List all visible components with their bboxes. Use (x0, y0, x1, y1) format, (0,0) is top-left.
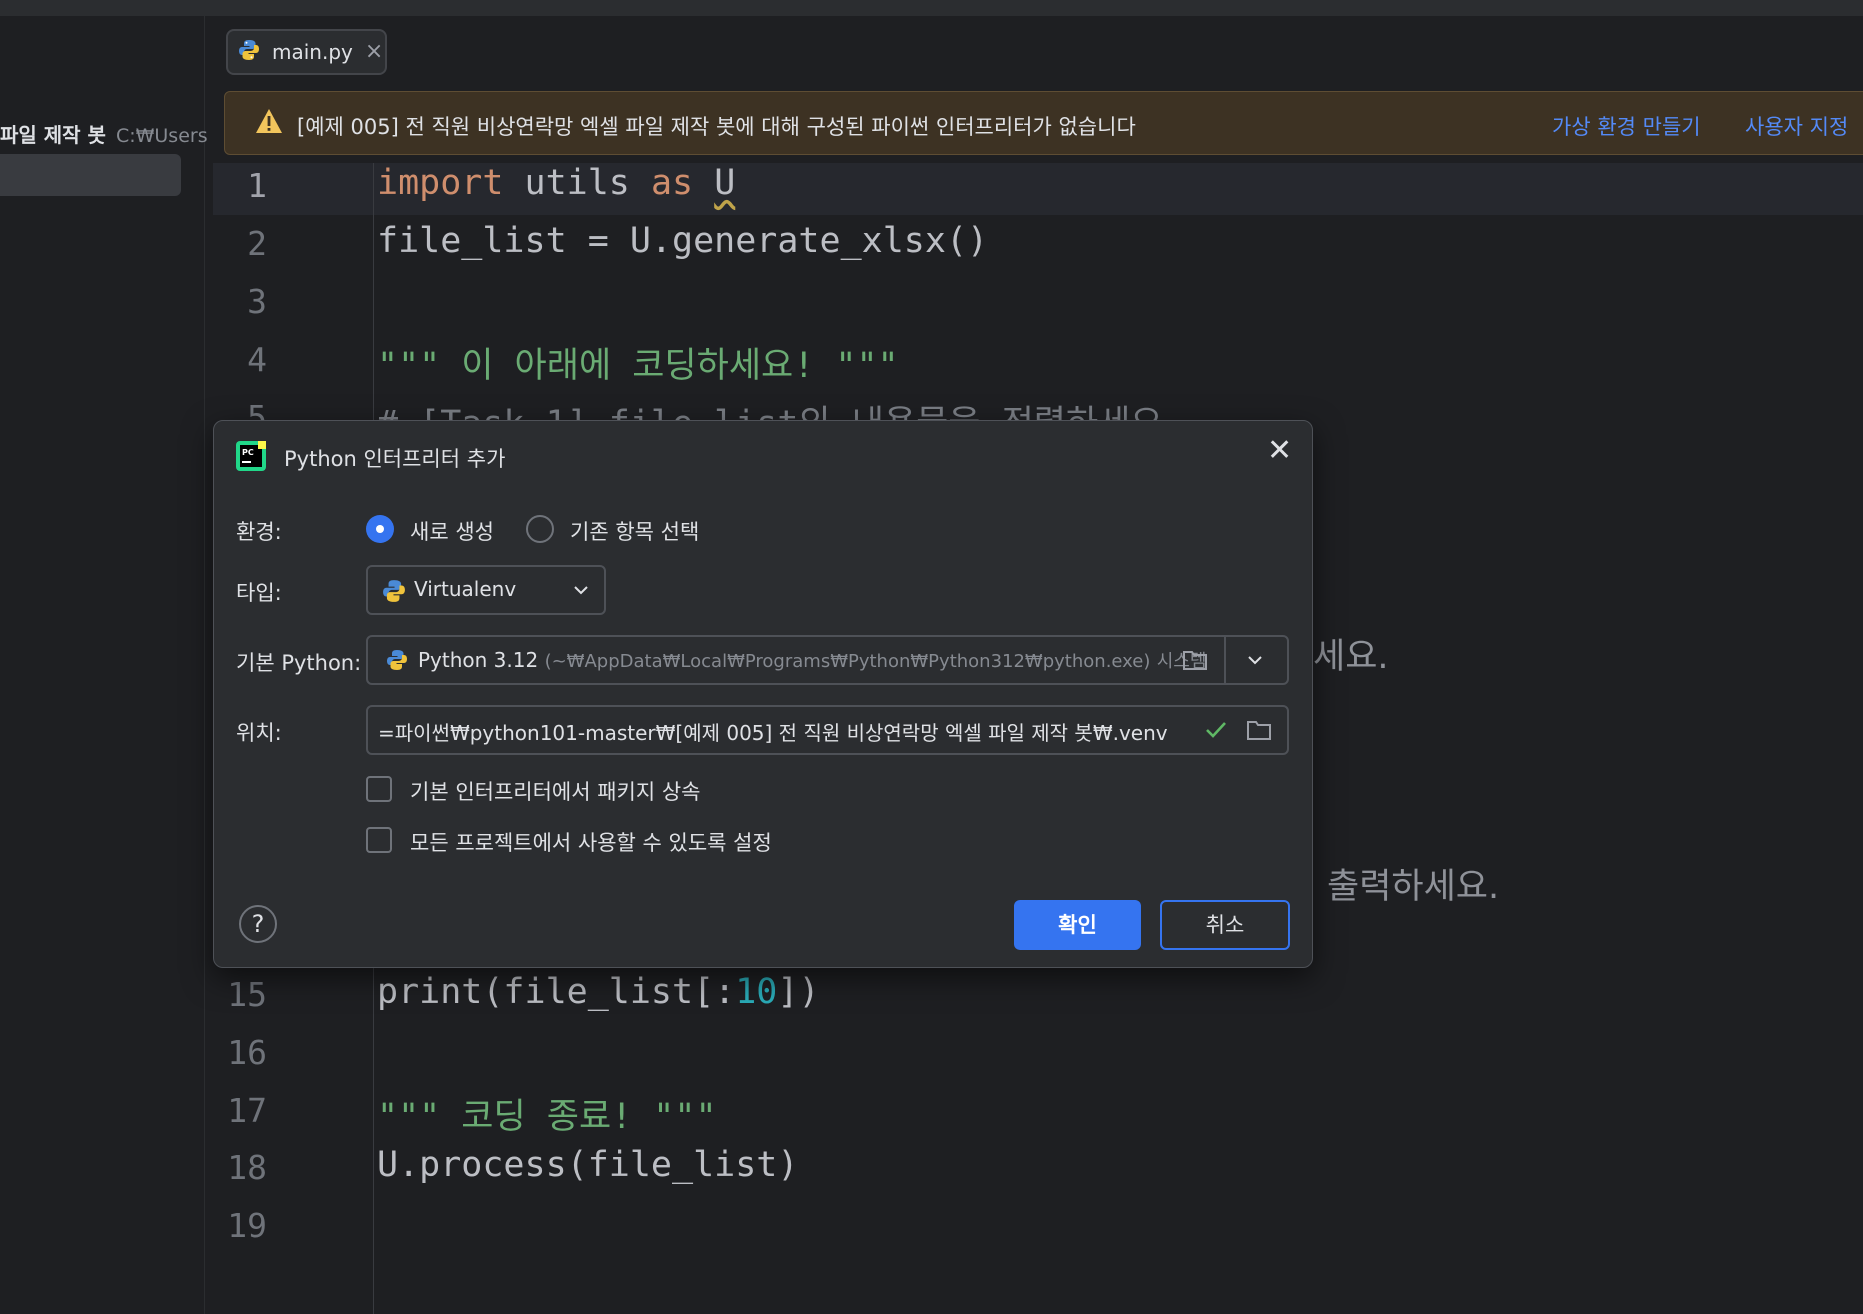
code-line-18[interactable]: U.process(file_list) (377, 1145, 798, 1185)
dialog-title: Python 인터프리터 추가 (284, 447, 506, 471)
module-alias: U (714, 163, 736, 203)
base-python-value: Python 3.12 (~₩AppData₩Local₩Programs₩Py… (418, 647, 1206, 673)
location-label: 위치: (236, 721, 282, 745)
help-button[interactable]: ? (239, 905, 277, 943)
type-select[interactable]: Virtualenv (366, 565, 606, 615)
banner-message: [예제 005] 전 직원 비상연락망 엑셀 파일 제작 봇에 대해 구성된 파… (297, 115, 1136, 139)
line-number: 1 (247, 166, 267, 205)
line-number: 17 (227, 1091, 267, 1130)
pycharm-logo-icon: PC (236, 441, 266, 475)
svg-text:PC: PC (242, 448, 254, 457)
python-file-icon (238, 39, 260, 65)
inherit-packages-label[interactable]: 기본 인터프리터에서 패키지 상속 (410, 776, 701, 806)
line-number: 15 (227, 975, 267, 1014)
python-path: (~₩AppData₩Local₩Programs₩Python₩Python3… (544, 651, 1151, 672)
chevron-down-icon (572, 581, 590, 603)
dialog-close-icon[interactable]: ✕ (1267, 433, 1292, 468)
ok-button[interactable]: 확인 (1014, 900, 1141, 950)
line-number: 18 (227, 1148, 267, 1187)
location-input[interactable]: =파이썬₩python101-master₩[예제 005] 전 직원 비상연락… (366, 705, 1289, 755)
type-select-value: Virtualenv (414, 577, 517, 601)
tab-label: main.py (272, 40, 353, 64)
code-fragment: 출력하세요. (1327, 867, 1500, 907)
project-tree-selection[interactable] (0, 154, 181, 196)
code-line-1[interactable]: import utils as U (377, 163, 735, 203)
type-label: 타입: (236, 581, 282, 605)
cancel-button[interactable]: 취소 (1160, 900, 1290, 950)
all-projects-label[interactable]: 모든 프로젝트에서 사용할 수 있도록 설정 (410, 827, 772, 857)
custom-interpreter-link[interactable]: 사용자 지정 (1745, 111, 1848, 141)
line-number: 4 (247, 340, 267, 379)
python-version: Python 3.12 (418, 648, 539, 672)
location-value: =파이썬₩python101-master₩[예제 005] 전 직원 비상연락… (378, 721, 1168, 745)
title-bar (0, 0, 1863, 16)
project-sidebar: 파일 제작 봇 C:₩Users (0, 16, 208, 1314)
chevron-down-icon[interactable] (1246, 651, 1264, 673)
base-python-label: 기본 Python: (236, 651, 362, 675)
folder-icon[interactable] (1246, 718, 1272, 746)
line-number: 16 (227, 1033, 267, 1072)
radio-existing-environment[interactable] (526, 515, 554, 543)
create-venv-link[interactable]: 가상 환경 만들기 (1552, 111, 1701, 141)
interpreter-warning-banner: [예제 005] 전 직원 비상연락망 엑셀 파일 제작 봇에 대해 구성된 파… (224, 91, 1863, 155)
virtualenv-icon (382, 579, 406, 607)
code-line-2[interactable]: file_list = U.generate_xlsx() (377, 221, 988, 261)
base-python-select[interactable]: Python 3.12 (~₩AppData₩Local₩Programs₩Py… (366, 635, 1289, 685)
python-icon (386, 649, 408, 675)
add-interpreter-dialog: PC Python 인터프리터 추가 ✕ 환경: 새로 생성 기존 항목 선택 … (213, 420, 1313, 968)
project-name: 파일 제작 봇 (0, 123, 106, 147)
code-line-17[interactable]: """ 코딩 종료! """ (377, 1088, 717, 1139)
checkmark-icon (1204, 719, 1228, 745)
inherit-packages-checkbox[interactable] (366, 776, 392, 802)
environment-label: 환경: (236, 520, 282, 544)
code-text: print(file_list[: (377, 972, 736, 1012)
module-name: utils (503, 163, 651, 203)
all-projects-checkbox[interactable] (366, 827, 392, 853)
project-path: C:₩Users (115, 125, 208, 147)
warning-icon (255, 108, 283, 138)
radio-new-environment[interactable] (366, 515, 394, 543)
tab-main-py[interactable]: main.py × (226, 29, 387, 75)
radio-new-label[interactable]: 새로 생성 (410, 516, 494, 546)
line-number: 19 (227, 1206, 267, 1245)
number-literal: 10 (735, 972, 778, 1012)
tab-close-icon[interactable]: × (365, 41, 383, 63)
select-divider (1224, 637, 1226, 683)
keyword-as: as (650, 163, 694, 203)
keyword-import: import (377, 163, 504, 203)
project-tree-root[interactable]: 파일 제작 봇 C:₩Users (0, 119, 208, 148)
folder-icon[interactable] (1182, 648, 1208, 676)
radio-existing-label[interactable]: 기존 항목 선택 (570, 516, 699, 546)
code-text: ]) (777, 972, 820, 1012)
line-number: 3 (247, 282, 267, 321)
code-line-15[interactable]: print(file_list[:10]) (377, 972, 820, 1012)
code-line-4[interactable]: """ 이 아래에 코딩하세요! """ (377, 337, 899, 388)
line-number: 2 (247, 224, 267, 263)
code-fragment: 세요. (1313, 637, 1389, 677)
